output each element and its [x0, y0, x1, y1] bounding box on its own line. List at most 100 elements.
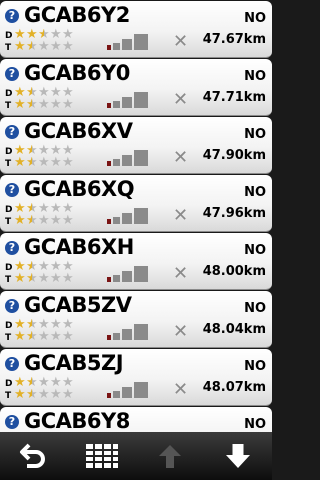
size-bar	[134, 92, 148, 108]
unknown-cache-type-icon: ?	[5, 241, 19, 255]
scroll-up-button[interactable]	[145, 434, 195, 478]
star-icon: ★	[14, 329, 26, 344]
terrain-label: T	[5, 217, 12, 227]
difficulty-label: D	[5, 263, 13, 273]
not-found-x-icon: ✕	[173, 379, 189, 400]
unknown-cache-type-icon: ?	[5, 299, 19, 313]
cache-code: GCAB6XQ	[24, 177, 135, 201]
size-bar	[122, 271, 132, 282]
not-found-x-icon: ✕	[173, 31, 189, 52]
terrain-label: T	[5, 391, 12, 401]
star-icon: ★	[38, 155, 50, 170]
cache-code: GCAB6Y0	[24, 61, 130, 85]
size-bar	[107, 219, 111, 224]
star-icon: ★	[62, 155, 74, 170]
cache-list-item[interactable]: ? GCAB6XQ D ★ ★ ★ ★ ★ T ★ ★ ★ ★ ★ ✕ NO 47.96km	[0, 175, 272, 232]
cache-size-indicator	[107, 324, 152, 340]
cache-size-indicator	[107, 208, 152, 224]
unknown-cache-type-icon: ?	[5, 357, 19, 371]
cache-code: GCAB5ZJ	[24, 351, 124, 375]
star-icon: ★	[38, 271, 50, 286]
difficulty-label: D	[5, 31, 13, 41]
cache-size-indicator	[107, 34, 152, 50]
star-icon: ★	[26, 271, 38, 286]
star-icon: ★	[62, 271, 74, 286]
list-view-button[interactable]	[77, 434, 127, 478]
scroll-down-button[interactable]	[213, 434, 263, 478]
size-bar	[107, 393, 111, 398]
unknown-cache-type-icon: ?	[5, 415, 19, 429]
geocache-list[interactable]: ? GCAB6Y2 D ★ ★ ★ ★ ★ T ★ ★ ★ ★ ★ ✕ NO 47.67km? GCAB6Y0 D ★…	[0, 0, 272, 432]
cache-list-item[interactable]: ? GCAB5ZJ D ★ ★ ★ ★ ★ T ★ ★ ★ ★ ★ ✕ NO 48.07km	[0, 349, 272, 406]
terrain-stars: ★ ★ ★ ★ ★	[14, 213, 74, 228]
difficulty-label: D	[5, 89, 13, 99]
back-button[interactable]	[9, 434, 59, 478]
terrain-label: T	[5, 333, 12, 343]
star-icon: ★	[62, 387, 74, 402]
cache-list-item[interactable]: ? GCAB6XH D ★ ★ ★ ★ ★ T ★ ★ ★ ★ ★ ✕ NO 48.00km	[0, 233, 272, 290]
cache-code: GCAB6XH	[24, 235, 134, 259]
size-bar	[122, 155, 132, 166]
star-icon: ★	[26, 155, 38, 170]
star-icon: ★	[50, 271, 62, 286]
not-found-x-icon: ✕	[173, 321, 189, 342]
terrain-label: T	[5, 101, 12, 111]
star-icon: ★	[38, 39, 50, 54]
cache-list-item[interactable]: ? GCAB6Y0 D ★ ★ ★ ★ ★ T ★ ★ ★ ★ ★ ✕ NO 47.71km	[0, 59, 272, 116]
cache-size-indicator	[107, 150, 152, 166]
star-icon: ★	[62, 329, 74, 344]
terrain-stars: ★ ★ ★ ★ ★	[14, 271, 74, 286]
star-icon: ★	[14, 271, 26, 286]
size-bar	[122, 329, 132, 340]
size-bar	[107, 103, 111, 108]
cache-code: GCAB6XV	[24, 119, 133, 143]
cache-distance: 47.96km	[202, 206, 266, 221]
cache-list-item[interactable]: ? GCAB6Y2 D ★ ★ ★ ★ ★ T ★ ★ ★ ★ ★ ✕ NO 47.67km	[0, 1, 272, 58]
terrain-stars: ★ ★ ★ ★ ★	[14, 97, 74, 112]
size-bar	[107, 277, 111, 282]
cache-distance: 48.07km	[202, 380, 266, 395]
size-bar	[122, 97, 132, 108]
star-icon: ★	[26, 39, 38, 54]
star-icon: ★	[62, 97, 74, 112]
cache-distance: 47.71km	[202, 90, 266, 105]
unknown-cache-type-icon: ?	[5, 9, 19, 23]
cache-code: GCAB5ZV	[24, 293, 132, 317]
toolbar	[0, 432, 272, 480]
found-status: NO	[244, 11, 266, 26]
star-icon: ★	[38, 97, 50, 112]
cache-list-item[interactable]: ? GCAB5ZV D ★ ★ ★ ★ ★ T ★ ★ ★ ★ ★ ✕ NO 48.04km	[0, 291, 272, 348]
size-bar	[134, 34, 148, 50]
found-status: NO	[244, 69, 266, 84]
not-found-x-icon: ✕	[173, 263, 189, 284]
star-icon: ★	[50, 213, 62, 228]
terrain-stars: ★ ★ ★ ★ ★	[14, 387, 74, 402]
found-status: NO	[244, 185, 266, 200]
star-icon: ★	[14, 97, 26, 112]
star-icon: ★	[38, 213, 50, 228]
terrain-label: T	[5, 275, 12, 285]
up-arrow-icon	[159, 445, 181, 468]
star-icon: ★	[14, 387, 26, 402]
not-found-x-icon: ✕	[173, 89, 189, 110]
unknown-cache-type-icon: ?	[5, 183, 19, 197]
terrain-label: T	[5, 43, 12, 53]
size-bar	[113, 217, 120, 224]
cache-list-item[interactable]: ? GCAB6XV D ★ ★ ★ ★ ★ T ★ ★ ★ ★ ★ ✕ NO 47.90km	[0, 117, 272, 174]
size-bar	[107, 335, 111, 340]
not-found-x-icon: ✕	[173, 147, 189, 168]
cache-code: GCAB6Y2	[24, 3, 130, 27]
difficulty-label: D	[5, 147, 13, 157]
star-icon: ★	[26, 329, 38, 344]
unknown-cache-type-icon: ?	[5, 67, 19, 81]
star-icon: ★	[26, 213, 38, 228]
terrain-stars: ★ ★ ★ ★ ★	[14, 329, 74, 344]
cache-list-item[interactable]: ?GCAB6Y8D★★★★★T★★★★★✕NO	[0, 407, 272, 432]
star-icon: ★	[50, 387, 62, 402]
size-bar	[122, 39, 132, 50]
star-icon: ★	[50, 39, 62, 54]
size-bar	[113, 43, 120, 50]
found-status: NO	[244, 417, 266, 432]
star-icon: ★	[14, 213, 26, 228]
difficulty-label: D	[5, 205, 13, 215]
